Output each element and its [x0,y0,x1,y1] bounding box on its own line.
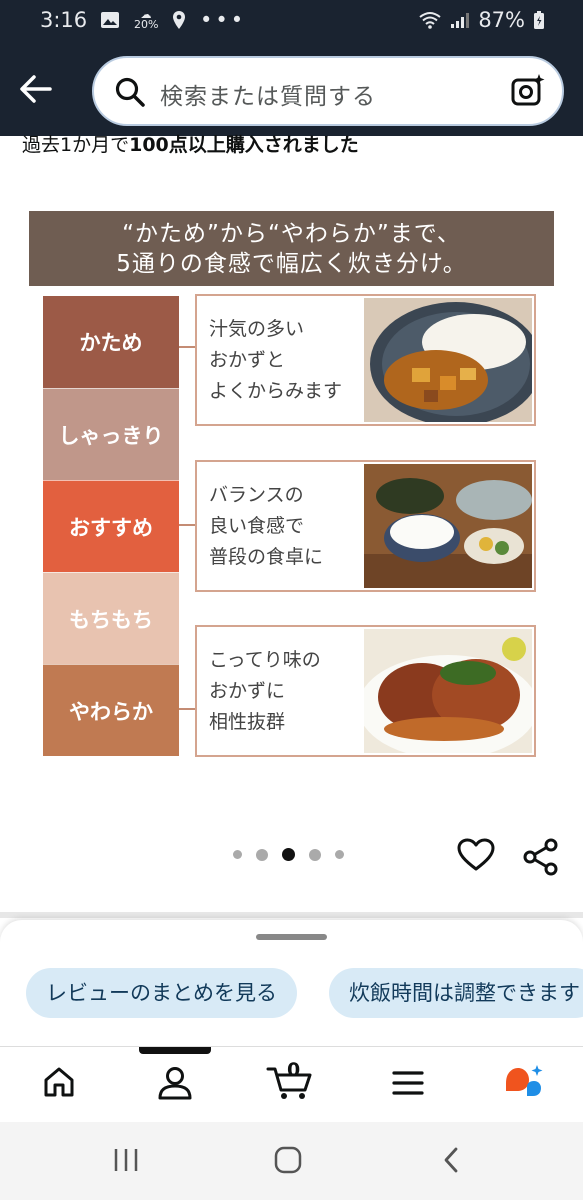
purchase-note-bold: 100点以上購入されました [129,134,359,156]
product-image-banner: “かため”から“やわらか”まで、 5通りの食感で幅広く炊き分け。 [29,211,554,286]
japanese-meal-photo [364,464,532,588]
texture-card-yawaraka: こってり味の おかずに 相性抜群 [195,625,536,757]
carousel-dot[interactable] [256,848,268,861]
connector-line [179,346,195,348]
battery-icon [534,11,544,29]
weather-temp: 20% [134,18,159,31]
suggestion-chip-cooking-time[interactable]: 炊飯時間は調整できます [329,968,583,1018]
home-icon[interactable] [42,1065,76,1099]
system-navigation-bar [0,1122,583,1200]
carousel-dot[interactable] [335,850,344,859]
card-text: バランスの 良い食感で 普段の食卓に [209,480,323,573]
active-tab-indicator [139,1047,211,1054]
suggestion-chip-review-summary[interactable]: レビューのまとめを見る [26,968,297,1018]
status-time: 3:16 [40,8,88,32]
banner-line-1: “かため”から“やわらか”まで、 [122,221,461,247]
camera-search-icon[interactable] [510,72,546,108]
card-line: おかずと [209,349,286,371]
gallery-icon [101,12,119,28]
rufus-icon[interactable] [502,1063,546,1101]
card-line: おかずに [209,680,286,702]
carousel-dot[interactable] [309,848,321,861]
weather-icon: ☁ 20% [134,8,159,31]
texture-scale: かため しゃっきり おすすめ もちもち やわらか [43,296,179,756]
suggestion-sheet: レビューのまとめを見る 炊飯時間は調整できます [0,920,583,1046]
share-icon[interactable] [522,838,560,876]
search-input[interactable]: 検索または質問する [160,77,376,111]
sheet-drag-handle[interactable] [256,934,327,940]
wifi-icon [419,12,441,29]
recent-apps-icon[interactable] [113,1146,139,1174]
texture-level-katame: かため [43,296,179,388]
texture-level-shakkiri: しゃっきり [43,388,179,480]
signal-icon [451,13,470,28]
carousel-indicator [233,848,344,861]
more-notifications-icon: ••• [200,8,247,32]
card-line: 普段の食卓に [209,546,324,568]
back-button-icon[interactable] [442,1146,460,1174]
bottom-navigation: 0 [0,1046,583,1122]
location-icon [173,11,185,29]
cart-icon[interactable]: 0 [266,1059,314,1101]
connector-line [179,524,195,526]
search-bar[interactable]: 検索または質問する [92,56,564,126]
search-icon [115,77,145,107]
card-line: こってり味の [209,649,321,671]
back-arrow-icon[interactable] [18,72,54,106]
carousel-dot[interactable] [233,850,242,859]
texture-card-osusume: バランスの 良い食感で 普段の食卓に [195,460,536,592]
section-divider [0,912,583,918]
status-right: 87% [418,8,545,32]
account-icon[interactable] [157,1065,193,1101]
texture-level-osusume: おすすめ [43,480,179,572]
carousel-dot-active[interactable] [282,848,295,861]
top-bar: 3:16 ☁ 20% ••• 87% 検索または質問する [0,0,583,136]
texture-level-mochimochi: もちもち [43,572,179,664]
purchase-count-note: 過去1か月で100点以上購入されました [22,130,359,157]
cart-count: 0 [287,1059,301,1081]
purchase-note-prefix: 過去1か月で [22,134,130,156]
product-image[interactable]: “かため”から“やわらか”まで、 5通りの食感で幅広く炊き分け。 かため しゃっ… [29,211,554,766]
texture-level-yawaraka: やわらか [43,664,179,756]
card-text: 汁気の多い おかずと よくからみます [209,314,342,407]
card-line: バランスの [209,484,304,506]
status-bar: 3:16 ☁ 20% ••• 87% [0,0,583,42]
connector-line [179,708,195,710]
card-line: 相性抜群 [209,711,286,733]
card-line: 良い食感で [209,515,305,537]
status-icons: ☁ 20% ••• [100,8,246,32]
card-text: こってり味の おかずに 相性抜群 [209,645,321,738]
wishlist-heart-icon[interactable] [457,838,495,872]
home-button-icon[interactable] [274,1146,302,1174]
curry-rice-photo [364,298,532,422]
card-line: よくからみます [209,380,343,402]
battery-percent: 87% [478,8,525,32]
menu-icon[interactable] [392,1069,424,1097]
banner-line-2: 5通りの食感で幅広く炊き分け。 [116,251,467,277]
texture-card-katame: 汁気の多い おかずと よくからみます [195,294,536,426]
hamburg-steak-photo [364,629,532,753]
card-line: 汁気の多い [209,318,305,340]
